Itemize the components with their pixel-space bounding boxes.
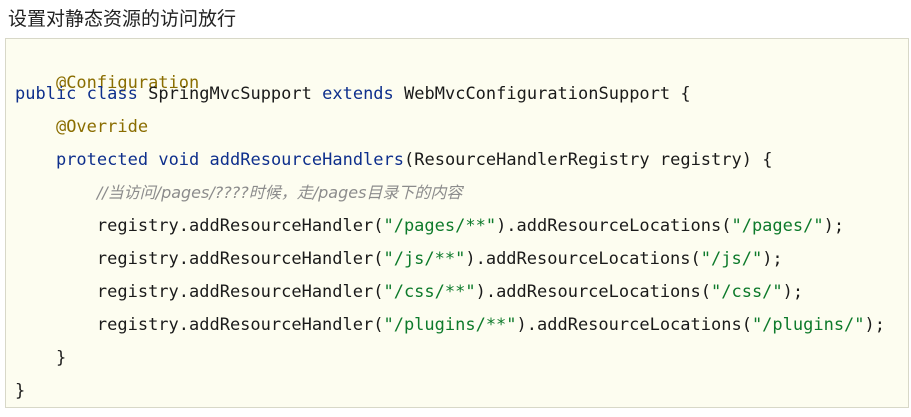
- statement-end: );: [864, 315, 886, 335]
- statement-end: );: [823, 216, 845, 236]
- handler-call: registry.addResourceHandler(: [96, 315, 384, 335]
- handler-call: registry.addResourceHandler(: [96, 282, 384, 302]
- protected-keyword: protected: [55, 150, 149, 170]
- locations-call: ).addResourceLocations(: [465, 249, 701, 269]
- code-line-6: registry.addResourceHandler("/pages/**")…: [15, 215, 844, 237]
- pattern-string: "/js/**": [383, 249, 466, 269]
- class-close-brace: }: [15, 381, 26, 401]
- locations-call: ).addResourceLocations(: [516, 315, 752, 335]
- code-line-10: }: [15, 347, 66, 369]
- pattern-string: "/css/**": [383, 282, 476, 302]
- code-line-11: }: [15, 380, 25, 402]
- location-string: "/js/": [700, 249, 763, 269]
- method-name: addResourceHandlers: [209, 150, 404, 170]
- code-block: @Configuration public class SpringMvcSup…: [5, 38, 909, 408]
- extends-keyword: extends: [322, 84, 394, 104]
- code-line-3: @Override: [15, 116, 148, 138]
- void-keyword: void: [158, 150, 200, 170]
- handler-call: registry.addResourceHandler(: [96, 216, 384, 236]
- code-line-4: protected void addResourceHandlers(Resou…: [15, 149, 773, 171]
- override-annotation: @Override: [55, 117, 149, 137]
- pattern-string: "/plugins/**": [383, 315, 517, 335]
- statement-end: );: [782, 282, 804, 302]
- locations-call: ).addResourceLocations(: [475, 282, 711, 302]
- pattern-string: "/pages/**": [383, 216, 497, 236]
- method-close-brace: }: [55, 348, 67, 368]
- method-params: (ResourceHandlerRegistry registry) {: [404, 150, 773, 170]
- code-line-7: registry.addResourceHandler("/js/**").ad…: [15, 248, 783, 270]
- parent-class: WebMvcConfigurationSupport {: [404, 84, 691, 104]
- code-line-9: registry.addResourceHandler("/plugins/**…: [15, 314, 885, 336]
- handler-call: registry.addResourceHandler(: [96, 249, 384, 269]
- location-string: "/css/": [711, 282, 783, 302]
- code-line-2: public class SpringMvcSupport extends We…: [15, 83, 691, 105]
- class-keyword: class: [86, 84, 138, 104]
- page-heading: 设置对静态资源的访问放行: [8, 8, 237, 30]
- location-string: "/pages/": [731, 216, 824, 236]
- code-comment: //当访问/pages/????时候，走/pages目录下的内容: [96, 183, 463, 202]
- locations-call: ).addResourceLocations(: [496, 216, 732, 236]
- code-line-5: //当访问/pages/????时候，走/pages目录下的内容: [15, 182, 463, 204]
- location-string: "/plugins/": [751, 315, 865, 335]
- statement-end: );: [762, 249, 783, 269]
- class-name: SpringMvcSupport: [148, 84, 312, 104]
- code-line-8: registry.addResourceHandler("/css/**").a…: [15, 281, 803, 303]
- public-keyword: public: [15, 84, 77, 104]
